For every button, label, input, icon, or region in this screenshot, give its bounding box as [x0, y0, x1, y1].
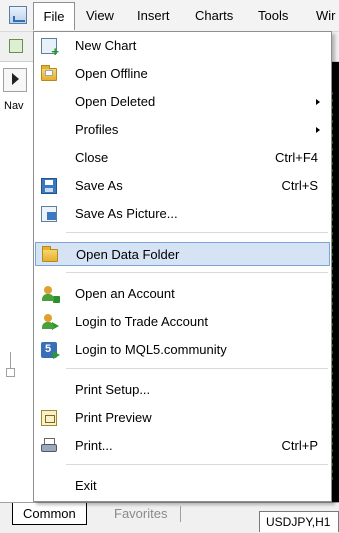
- add-account-icon: [41, 286, 60, 303]
- menu-item-profiles[interactable]: Profiles: [35, 118, 330, 142]
- picture-icon: [41, 206, 57, 222]
- submenu-arrow-icon: [316, 127, 320, 133]
- menu-item-close[interactable]: Close Ctrl+F4: [35, 146, 330, 170]
- shortcut-label: Ctrl+P: [281, 438, 318, 453]
- menu-item-exit[interactable]: Exit: [35, 474, 330, 498]
- tree-expand-icon[interactable]: [6, 368, 15, 377]
- menu-item-label: Save As Picture...: [75, 206, 178, 221]
- submenu-arrow-icon: [316, 99, 320, 105]
- new-chart-icon: [41, 38, 59, 58]
- mql5-icon: [41, 342, 60, 359]
- menu-item-label: Login to MQL5.community: [75, 342, 227, 357]
- menu-item-new-chart[interactable]: New Chart: [35, 34, 330, 58]
- menu-separator: [66, 464, 328, 465]
- menu-separator: [66, 272, 328, 273]
- shortcut-label: Ctrl+S: [281, 178, 318, 193]
- app-chart-icon[interactable]: [9, 6, 27, 24]
- menu-item-login-mql5[interactable]: Login to MQL5.community: [35, 338, 330, 362]
- menu-charts[interactable]: Charts: [189, 2, 239, 30]
- menu-item-open-account[interactable]: Open an Account: [35, 282, 330, 306]
- menu-window[interactable]: Wir: [310, 2, 339, 30]
- menu-item-print-setup[interactable]: Print Setup...: [35, 378, 330, 402]
- menu-item-label: Save As: [75, 178, 123, 193]
- tab-favorites[interactable]: Favorites: [104, 503, 182, 525]
- menu-item-open-deleted[interactable]: Open Deleted: [35, 90, 330, 114]
- menu-separator: [66, 232, 328, 233]
- chart-tab-usdjpy[interactable]: USDJPY,H1: [259, 511, 339, 532]
- shortcut-label: Ctrl+F4: [275, 150, 318, 165]
- tab-common[interactable]: Common: [12, 503, 87, 525]
- save-icon: [41, 178, 57, 194]
- printer-icon: [41, 438, 57, 454]
- menu-item-label: Login to Trade Account: [75, 314, 208, 329]
- menu-item-label: Print Setup...: [75, 382, 151, 397]
- menu-bar: File View Insert Charts Tools Wir: [0, 0, 339, 32]
- menu-item-print[interactable]: Print... Ctrl+P: [35, 434, 330, 458]
- menu-item-label: Open Deleted: [75, 94, 156, 109]
- menu-item-login-trade-account[interactable]: Login to Trade Account: [35, 310, 330, 334]
- new-chart-icon[interactable]: [9, 39, 23, 53]
- menu-item-label: Close: [75, 150, 109, 165]
- menu-item-label: Profiles: [75, 122, 119, 137]
- menu-item-label: New Chart: [75, 38, 137, 53]
- open-folder-icon: [41, 65, 57, 81]
- menu-view[interactable]: View: [80, 2, 120, 30]
- file-menu-dropdown: New Chart Open Offline Open Deleted Prof…: [33, 31, 332, 502]
- menu-insert[interactable]: Insert: [131, 2, 176, 30]
- menu-item-open-data-folder[interactable]: Open Data Folder: [35, 242, 330, 266]
- menu-item-open-offline[interactable]: Open Offline: [35, 62, 330, 86]
- login-icon: [41, 314, 59, 330]
- bottom-tab-bar: Common Favorites USDJPY,H1: [0, 502, 339, 532]
- menu-item-label: Open Offline: [75, 66, 148, 81]
- print-preview-icon: [41, 410, 57, 426]
- menu-item-label: Open an Account: [75, 286, 175, 301]
- menu-item-label: Open Data Folder: [76, 247, 180, 262]
- menu-item-save-as-picture[interactable]: Save As Picture...: [35, 202, 330, 226]
- folder-icon: [42, 246, 58, 262]
- menu-separator: [66, 368, 328, 369]
- menu-item-label: Exit: [75, 478, 97, 493]
- menu-item-print-preview[interactable]: Print Preview: [35, 406, 330, 430]
- navigator-title: Nav: [4, 100, 24, 112]
- menu-item-label: Print Preview: [75, 410, 152, 425]
- navigator-panel: Nav: [0, 62, 34, 502]
- menu-item-label: Print...: [75, 438, 113, 453]
- menu-item-save-as[interactable]: Save As Ctrl+S: [35, 174, 330, 198]
- menu-tools[interactable]: Tools: [252, 2, 294, 30]
- cursor-icon[interactable]: [3, 68, 27, 92]
- menu-file[interactable]: File: [33, 2, 75, 30]
